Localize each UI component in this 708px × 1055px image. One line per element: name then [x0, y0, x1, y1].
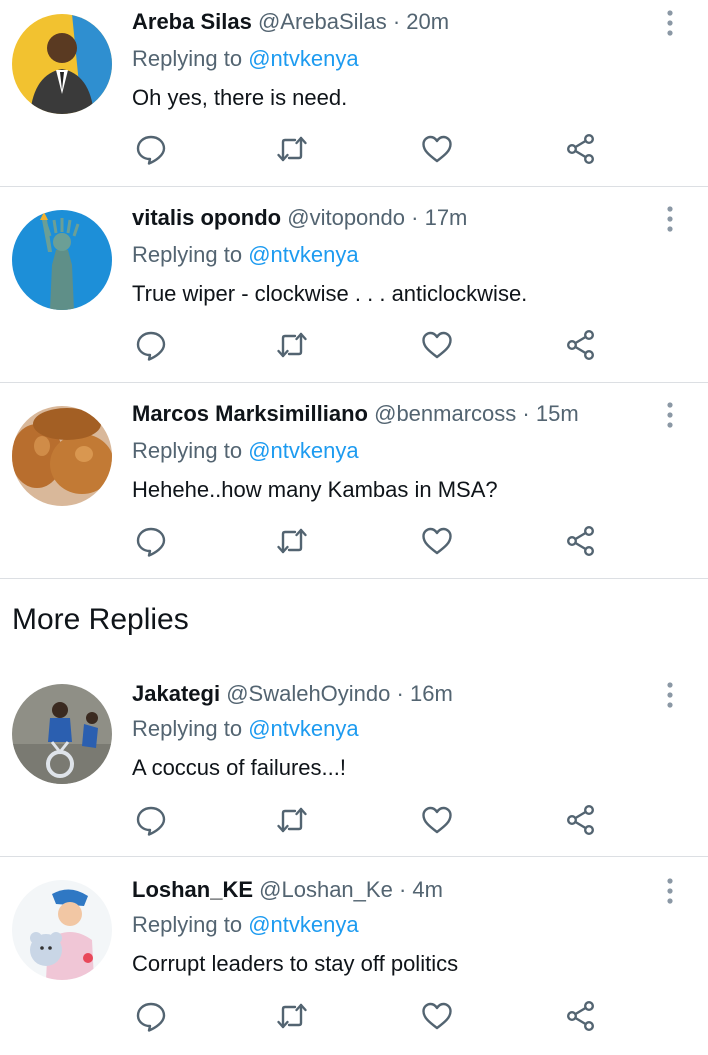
tweet-text: Corrupt leaders to stay off politics: [132, 951, 459, 976]
display-name[interactable]: Jakategi: [132, 681, 220, 706]
avatar[interactable]: [12, 880, 112, 980]
mention-link[interactable]: @ntvkenya: [248, 716, 358, 741]
retweet-icon[interactable]: [275, 803, 309, 837]
timestamp[interactable]: 16m: [410, 681, 453, 706]
replying-prefix: Replying to: [132, 912, 243, 937]
timestamp[interactable]: 17m: [425, 205, 468, 230]
user-handle[interactable]: @SwalehOyindo: [226, 681, 390, 706]
tweet[interactable]: Areba Silas @ArebaSilas · 20m Replying t…: [0, 0, 708, 187]
replying-prefix: Replying to: [132, 242, 243, 267]
share-icon[interactable]: [564, 524, 598, 558]
retweet-icon[interactable]: [275, 524, 309, 558]
retweet-icon[interactable]: [275, 132, 309, 166]
like-icon[interactable]: [420, 999, 454, 1033]
user-handle[interactable]: @vitopondo: [287, 205, 405, 230]
tweet[interactable]: vitalis opondo @vitopondo · 17m Replying…: [0, 187, 708, 383]
timestamp[interactable]: 15m: [536, 401, 579, 426]
more-replies-heading: More Replies: [12, 603, 189, 636]
display-name[interactable]: Loshan_KE: [132, 877, 253, 902]
avatar[interactable]: [12, 14, 112, 114]
replying-to-line: Replying to @ntvkenya: [132, 241, 359, 269]
tweet-text: Hehehe..how many Kambas in MSA?: [132, 477, 498, 502]
more-options-icon[interactable]: [658, 204, 682, 234]
user-handle[interactable]: @benmarcoss: [374, 401, 516, 426]
action-bar: [132, 999, 612, 1033]
separator-dot: ·: [522, 401, 530, 426]
reply-icon[interactable]: [134, 132, 168, 166]
action-bar: [132, 328, 612, 362]
more-options-icon[interactable]: [658, 680, 682, 710]
like-icon[interactable]: [420, 328, 454, 362]
replying-prefix: Replying to: [132, 716, 243, 741]
replying-to-line: Replying to @ntvkenya: [132, 911, 359, 939]
reply-icon[interactable]: [134, 999, 168, 1033]
replying-prefix: Replying to: [132, 438, 243, 463]
action-bar: [132, 803, 612, 837]
user-handle[interactable]: @ArebaSilas: [258, 9, 387, 34]
replying-to-line: Replying to @ntvkenya: [132, 715, 359, 743]
tweet[interactable]: Marcos Marksimilliano @benmarcoss · 15m …: [0, 383, 708, 579]
timestamp[interactable]: 4m: [412, 877, 443, 902]
tweet[interactable]: Jakategi @SwalehOyindo · 16m Replying to…: [0, 660, 708, 857]
replying-prefix: Replying to: [132, 46, 243, 71]
separator-dot: ·: [411, 205, 419, 230]
action-bar: [132, 132, 612, 166]
tweet-text: Oh yes, there is need.: [132, 85, 348, 110]
display-name[interactable]: Areba Silas: [132, 9, 252, 34]
more-options-icon[interactable]: [658, 400, 682, 430]
retweet-icon[interactable]: [275, 328, 309, 362]
timestamp[interactable]: 20m: [406, 9, 449, 34]
separator-dot: ·: [392, 9, 401, 34]
reply-icon[interactable]: [134, 524, 168, 558]
tweet-text: A coccus of failures...!: [132, 755, 346, 780]
action-bar: [132, 524, 612, 558]
mention-link[interactable]: @ntvkenya: [248, 242, 358, 267]
more-options-icon[interactable]: [658, 8, 682, 38]
mention-link[interactable]: @ntvkenya: [248, 438, 358, 463]
share-icon[interactable]: [564, 803, 598, 837]
separator-dot: ·: [396, 681, 404, 706]
tweet[interactable]: Loshan_KE @Loshan_Ke · 4m Replying to @n…: [0, 857, 708, 1055]
like-icon[interactable]: [420, 132, 454, 166]
reply-icon[interactable]: [134, 328, 168, 362]
replying-to-line: Replying to @ntvkenya: [132, 45, 359, 73]
avatar[interactable]: [12, 684, 112, 784]
tweet-text: True wiper - clockwise . . . anticlockwi…: [132, 281, 528, 306]
mention-link[interactable]: @ntvkenya: [248, 912, 358, 937]
avatar[interactable]: [12, 210, 112, 310]
separator-dot: ·: [398, 877, 407, 902]
retweet-icon[interactable]: [275, 999, 309, 1033]
like-icon[interactable]: [420, 524, 454, 558]
display-name[interactable]: Marcos Marksimilliano: [132, 401, 368, 426]
user-handle[interactable]: @Loshan_Ke: [259, 877, 393, 902]
share-icon[interactable]: [564, 999, 598, 1033]
avatar[interactable]: [12, 406, 112, 506]
display-name[interactable]: vitalis opondo: [132, 205, 281, 230]
more-options-icon[interactable]: [658, 876, 682, 906]
mention-link[interactable]: @ntvkenya: [248, 46, 358, 71]
like-icon[interactable]: [420, 803, 454, 837]
replying-to-line: Replying to @ntvkenya: [132, 437, 359, 465]
reply-icon[interactable]: [134, 803, 168, 837]
share-icon[interactable]: [564, 328, 598, 362]
share-icon[interactable]: [564, 132, 598, 166]
